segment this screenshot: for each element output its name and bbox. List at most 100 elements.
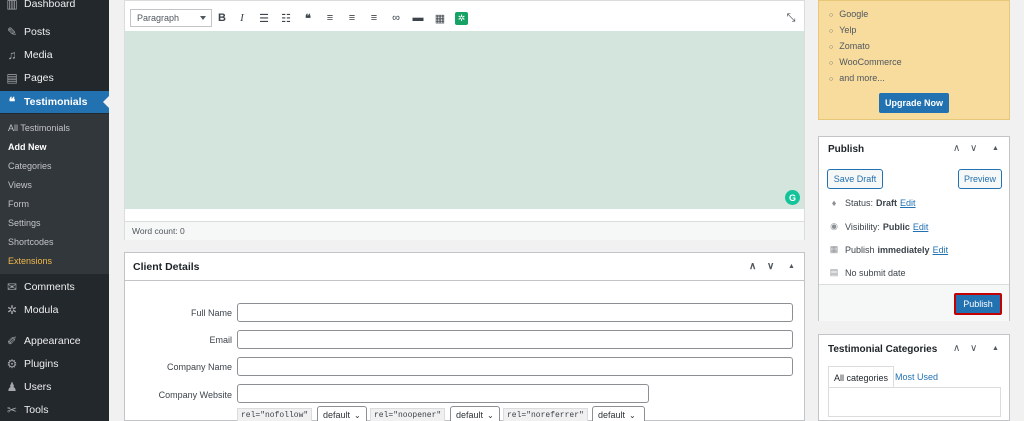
company-website-label: Company Website	[158, 390, 232, 400]
menu-pages[interactable]: ▤ Pages	[0, 67, 109, 89]
read-more-icon[interactable]: ▬	[410, 10, 426, 26]
wp-admin-screen: ▥ Dashboard ✎ Posts ♫ Media ▤ Pages ❝ Te…	[0, 0, 1024, 421]
publish-button[interactable]: Publish	[954, 293, 1002, 315]
full-name-label: Full Name	[190, 308, 232, 318]
submenu-add-new[interactable]: Add New	[8, 142, 47, 152]
grammarly-icon[interactable]: G	[785, 190, 800, 205]
submenu-categories[interactable]: Categories	[8, 161, 52, 171]
pin-icon: ✎	[6, 25, 18, 39]
align-right-icon[interactable]: ≡	[366, 10, 382, 26]
submenu-extensions[interactable]: Extensions	[8, 256, 52, 266]
noreferrer-select-value: default	[598, 410, 626, 420]
media-icon: ♫	[7, 48, 17, 62]
edit-status-link[interactable]: Edit	[900, 198, 916, 208]
italic-button[interactable]: I	[234, 10, 250, 26]
pin-icon: ♦	[831, 198, 837, 208]
noopener-select[interactable]: default ⌄	[450, 406, 500, 421]
toolbar-toggle-icon[interactable]: ▦	[432, 10, 448, 26]
submit-date-row: ▤ No submit date	[828, 267, 906, 278]
edit-visibility-link[interactable]: Edit	[913, 222, 929, 232]
menu-tools[interactable]: ✂ Tools	[0, 399, 109, 421]
align-left-icon[interactable]: ≡	[322, 10, 338, 26]
testimonials-submenu: All Testimonials Add New Categories View…	[0, 114, 109, 274]
move-up-icon[interactable]: ∧	[953, 343, 960, 354]
menu-appearance[interactable]: ✐ Appearance	[0, 330, 109, 352]
status-value: Draft	[876, 198, 898, 208]
comments-icon: ✉	[6, 280, 18, 294]
plugin-gear-icon[interactable]: ✲	[455, 12, 468, 25]
rel-nofollow-tag: rel="nofollow"	[237, 408, 313, 421]
save-draft-button[interactable]: Save Draft	[827, 169, 883, 189]
brush-icon: ✐	[6, 334, 18, 348]
modula-icon: ✲	[6, 303, 18, 317]
move-down-icon[interactable]: ∨	[970, 343, 977, 354]
upgrade-now-button[interactable]: Upgrade Now	[879, 93, 949, 113]
numbered-list-icon[interactable]: ☷	[278, 10, 294, 26]
schedule-row: ▦ Publish immediately Edit	[828, 244, 948, 255]
tools-icon: ✂	[6, 403, 18, 417]
email-label: Email	[209, 335, 232, 345]
align-center-icon[interactable]: ≡	[344, 10, 360, 26]
dashboard-icon: ▥	[6, 0, 18, 11]
link-icon[interactable]: ∞	[388, 10, 404, 26]
submenu-settings[interactable]: Settings	[8, 218, 41, 228]
menu-media[interactable]: ♫ Media	[0, 44, 109, 66]
move-down-icon[interactable]: ∨	[970, 143, 977, 154]
fullscreen-icon[interactable]: ⤡	[783, 10, 799, 26]
menu-dashboard[interactable]: ▥ Dashboard	[0, 0, 109, 15]
submenu-form[interactable]: Form	[8, 199, 29, 209]
menu-posts[interactable]: ✎ Posts	[0, 21, 109, 43]
submenu-shortcodes[interactable]: Shortcodes	[8, 237, 54, 247]
bulleted-list-icon[interactable]: ☰	[256, 10, 272, 26]
tab-all-categories[interactable]: All categories	[828, 366, 895, 388]
testimonial-categories-box: Testimonial Categories ∧ ∨ ▲ All categor…	[818, 334, 1010, 421]
preview-button[interactable]: Preview	[958, 169, 1002, 189]
promo-item: and more...	[829, 73, 885, 83]
company-website-input[interactable]	[237, 384, 649, 403]
menu-label: Pages	[24, 72, 54, 84]
submenu-views[interactable]: Views	[8, 180, 32, 190]
collapse-icon[interactable]: ▲	[992, 145, 999, 152]
status-label: Status:	[845, 198, 874, 208]
menu-modula[interactable]: ✲ Modula	[0, 299, 109, 321]
visibility-label: Visibility:	[845, 221, 880, 232]
menu-label: Tools	[24, 404, 49, 416]
schedule-value: immediately	[877, 244, 930, 255]
noreferrer-select[interactable]: default ⌄	[592, 406, 645, 421]
menu-plugins[interactable]: ⚙ Plugins	[0, 353, 109, 375]
company-name-input[interactable]	[237, 357, 793, 376]
rel-noreferrer-tag: rel="noreferrer"	[503, 408, 588, 421]
pages-icon: ▤	[6, 71, 18, 85]
email-input[interactable]	[237, 330, 793, 349]
menu-comments[interactable]: ✉ Comments	[0, 276, 109, 298]
chevron-down-icon: ⌄	[354, 410, 361, 420]
current-menu-arrow	[103, 96, 109, 108]
format-select[interactable]: Paragraph	[130, 9, 212, 27]
collapse-icon[interactable]: ▲	[788, 263, 795, 270]
categories-list	[828, 387, 1001, 417]
nofollow-select-value: default	[323, 410, 351, 420]
edit-schedule-link[interactable]: Edit	[933, 245, 949, 255]
move-up-icon[interactable]: ∧	[749, 261, 756, 272]
full-name-input[interactable]	[237, 303, 793, 322]
menu-users[interactable]: ♟ Users	[0, 376, 109, 398]
schedule-label: Publish	[845, 244, 875, 255]
submenu-all-testimonials[interactable]: All Testimonials	[8, 123, 70, 133]
format-select-value: Paragraph	[137, 13, 180, 23]
blockquote-icon[interactable]: ❝	[300, 10, 316, 26]
move-up-icon[interactable]: ∧	[953, 143, 960, 154]
collapse-icon[interactable]: ▲	[992, 345, 999, 352]
editor-text-area[interactable]: G	[125, 31, 804, 209]
tab-most-used[interactable]: Most Used	[890, 366, 943, 388]
menu-label: Testimonials	[24, 96, 88, 108]
bold-button[interactable]: B	[214, 10, 230, 26]
menu-testimonials[interactable]: ❝ Testimonials	[0, 91, 109, 113]
menu-label: Posts	[24, 26, 51, 38]
nofollow-select[interactable]: default ⌄	[317, 406, 367, 421]
company-name-label: Company Name	[166, 362, 232, 372]
chevron-down-icon	[200, 16, 206, 20]
move-down-icon[interactable]: ∨	[767, 261, 774, 272]
calendar-icon: ▦	[829, 244, 839, 254]
publish-box: Publish ∧ ∨ ▲ Save Draft Preview ♦ Statu…	[818, 136, 1010, 321]
plugin-icon: ⚙	[6, 357, 18, 371]
